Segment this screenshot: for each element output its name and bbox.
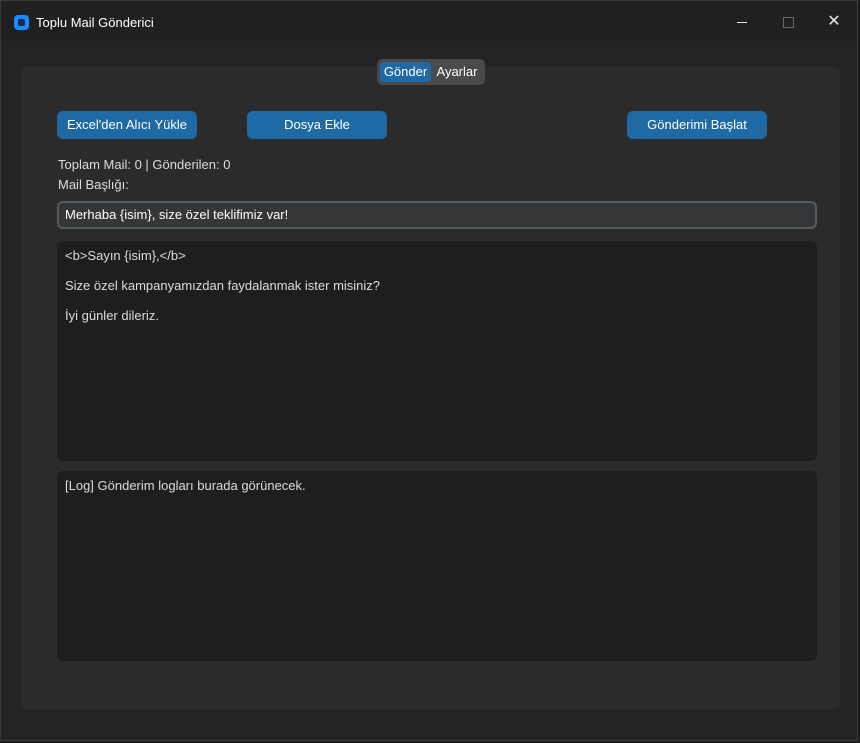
mail-body-textbox[interactable]: <b>Sayın {isim},</b> Size özel kampanyam… [57,241,817,461]
subject-label: Mail Başlığı: [58,177,129,192]
log-textbox[interactable]: [Log] Gönderim logları burada görünecek. [57,471,817,661]
tab-settings[interactable]: Ayarlar [432,62,482,82]
title-bar[interactable]: Toplu Mail Gönderici ✕ [1,1,857,41]
load-excel-button[interactable]: Excel'den Alıcı Yükle [57,111,197,139]
body-line: Size özel kampanyamızdan faydalanmak ist… [65,278,381,293]
close-button[interactable]: ✕ [811,1,857,41]
maximize-icon [783,17,794,28]
subject-input[interactable]: Merhaba {isim}, size özel teklifimiz var… [57,201,817,229]
close-icon: ✕ [827,11,841,30]
mail-stats-label: Toplam Mail: 0 | Gönderilen: 0 [58,157,231,172]
minimize-button[interactable] [719,1,765,41]
attach-file-button[interactable]: Dosya Ekle [247,111,387,139]
tab-bar: Gönder Ayarlar [377,59,485,85]
maximize-button[interactable] [765,1,811,41]
tab-send[interactable]: Gönder [380,62,431,82]
app-icon [14,15,29,30]
start-sending-button[interactable]: Gönderimi Başlat [627,111,767,139]
app-window: Toplu Mail Gönderici ✕ Gönder Ayarlar Ex… [0,0,858,741]
body-line: <b>Sayın {isim},</b> [65,248,186,263]
minimize-icon [737,22,747,23]
window-title: Toplu Mail Gönderici [36,15,154,30]
log-line: [Log] Gönderim logları burada görünecek. [65,478,306,493]
body-line: İyi günler dileriz. [65,308,159,323]
